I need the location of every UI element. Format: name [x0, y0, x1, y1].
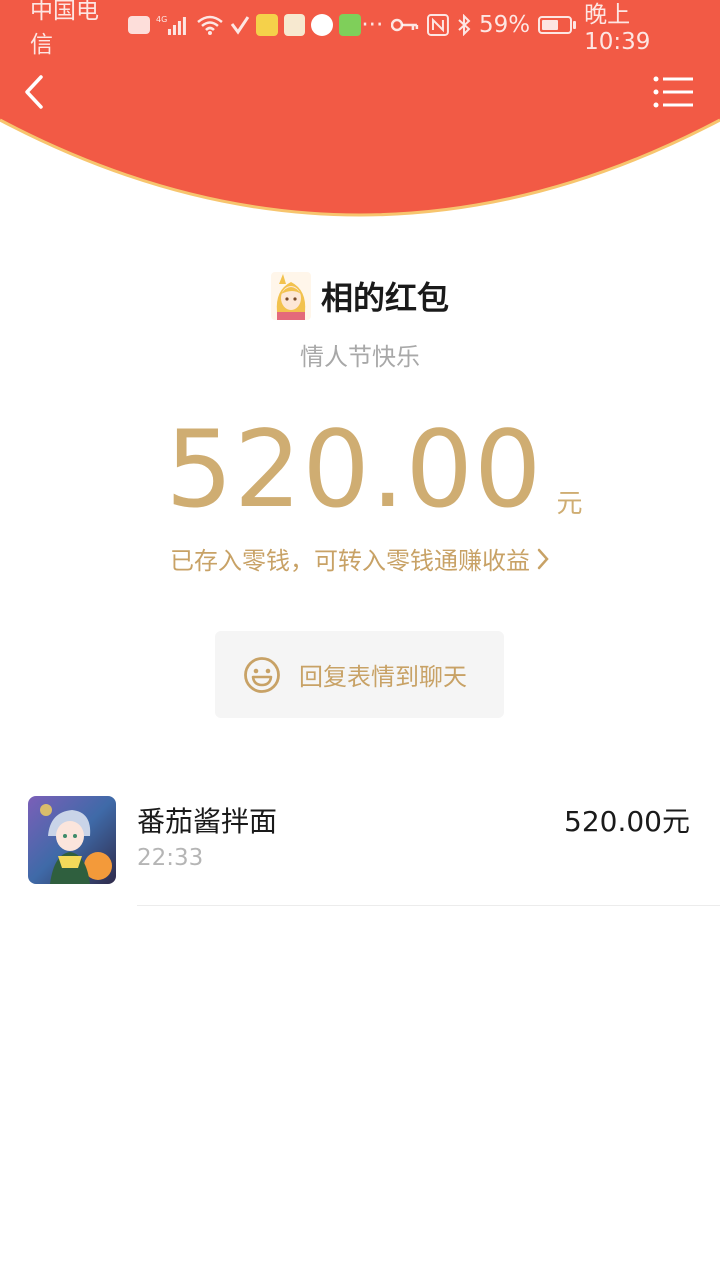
- wifi-icon: [196, 15, 223, 35]
- chevron-right-icon: [537, 548, 549, 569]
- smile-icon: [244, 656, 280, 693]
- battery-icon: [538, 16, 577, 34]
- saved-to-wallet-text: 已存入零钱，可转入零钱通赚收益: [170, 547, 530, 575]
- back-button[interactable]: [14, 70, 54, 114]
- hd-icon: [127, 16, 150, 34]
- receiver-record-row[interactable]: 番茄酱拌面 22:33 520.00元: [0, 790, 720, 906]
- saved-to-wallet-link[interactable]: 已存入零钱，可转入零钱通赚收益: [0, 541, 720, 576]
- carrier-label: 中国电信: [30, 0, 99, 58]
- chevron-left-icon: [25, 75, 43, 109]
- reply-emoji-button[interactable]: 回复表情到聊天: [215, 631, 504, 718]
- reply-emoji-label: 回复表情到聊天: [299, 663, 467, 691]
- menu-button[interactable]: [652, 72, 694, 112]
- sender-name: 相的红包: [320, 279, 449, 317]
- clock: 晚上10:39: [584, 2, 651, 55]
- receive-time: 22:33: [137, 845, 204, 871]
- received-amount: 520.00元: [564, 805, 690, 838]
- key-icon: [391, 18, 419, 32]
- app-notify-icon-3: [311, 14, 334, 36]
- list-icon: [653, 76, 693, 108]
- more-dots-icon: ···: [361, 12, 384, 38]
- red-packet-detail-page: 中国电信 4G ··· 59% 晚上10:39 相的红包 情人节快乐 520.0…: [0, 0, 720, 1280]
- sender-header: 相的红包: [0, 272, 720, 320]
- battery-percent: 59%: [479, 12, 531, 38]
- packet-amount: 520.00: [165, 408, 543, 531]
- receiver-name: 番茄酱拌面: [137, 805, 278, 838]
- nfc-icon: [427, 14, 450, 36]
- status-bar: 中国电信 4G ··· 59% 晚上10:39: [0, 0, 720, 58]
- amount-row: 520.00 元: [0, 410, 720, 530]
- check-notify-icon: [230, 16, 249, 35]
- greeting-message: 情人节快乐: [300, 343, 420, 371]
- svg-text:4G: 4G: [156, 15, 167, 24]
- app-notify-icon-1: [255, 14, 278, 36]
- app-notify-icon-2: [283, 14, 306, 36]
- signal-icon: 4G: [156, 15, 186, 35]
- amount-unit: 元: [556, 489, 583, 519]
- record-divider: [137, 905, 720, 906]
- bluetooth-icon: [458, 14, 471, 36]
- receiver-avatar: [28, 796, 116, 884]
- app-notify-icon-4: [339, 14, 362, 36]
- sender-avatar: [270, 272, 311, 320]
